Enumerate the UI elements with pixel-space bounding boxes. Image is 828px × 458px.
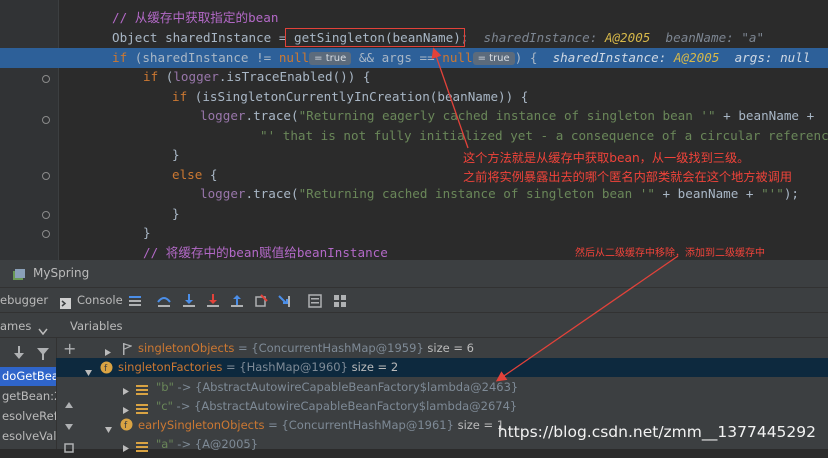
- annotation-arrow-up: [431, 47, 469, 149]
- watermark: https://blog.csdn.net/zmm__1377445292: [497, 423, 816, 441]
- annotation-arrow-down: [495, 255, 679, 382]
- annotation-arrows: [431, 47, 679, 382]
